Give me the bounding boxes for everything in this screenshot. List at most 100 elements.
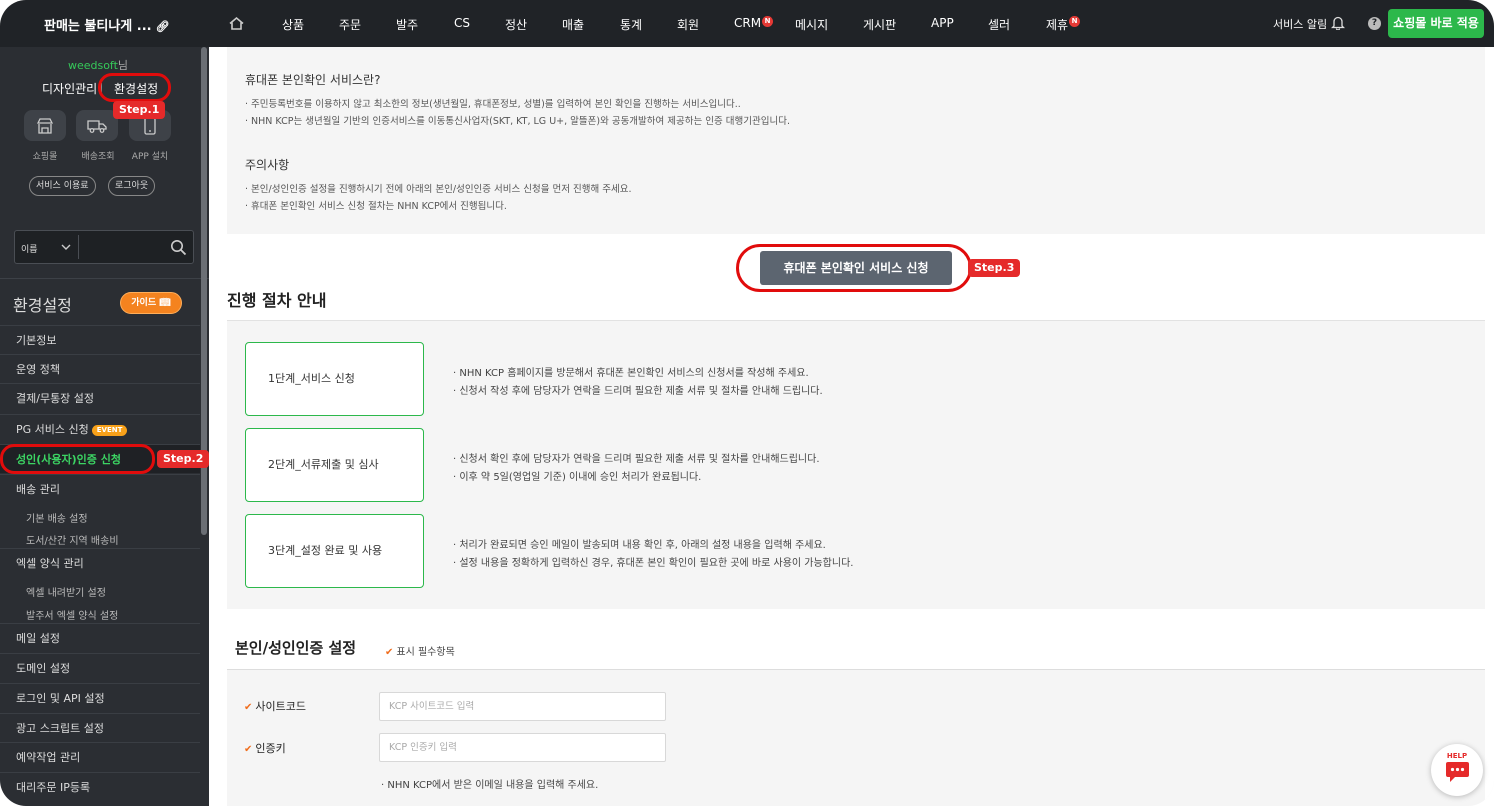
sidebar-sub-excel-download[interactable]: 엑셀 내려받기 설정 xyxy=(26,584,106,599)
quick-label-store: 쇼핑몰 xyxy=(32,152,58,162)
process-step-desc: · 신청서 작성 후에 담당자가 연락을 드리며 필요한 제출 서류 및 절차를… xyxy=(453,386,823,397)
nav-cs[interactable]: CS xyxy=(454,16,470,30)
step1-highlight-ring xyxy=(98,73,171,102)
step1-badge: Step.1 xyxy=(113,101,166,119)
divider xyxy=(78,235,79,259)
sidebar-item-shipping[interactable]: 배송 관리 xyxy=(0,474,200,503)
site-code-input[interactable]: KCP 사이트코드 입력 xyxy=(379,692,666,721)
truck-icon[interactable] xyxy=(76,110,118,141)
info-what-line: · NHN KCP는 생년월일 기반의 인증서비스를 이동통신사업자(SKT, … xyxy=(245,116,790,127)
design-management-link[interactable]: 디자인관리 xyxy=(42,80,97,97)
nav-members[interactable]: 회원 xyxy=(677,16,699,33)
logout-button[interactable]: 로그아웃 xyxy=(108,176,156,196)
service-alert-link[interactable]: 서비스 알림 xyxy=(1273,16,1327,32)
nav-partner[interactable]: 제휴 N xyxy=(1046,16,1081,33)
info-box: 휴대폰 본인확인 서비스란? · 주민등록번호를 이용하지 않고 최소한의 정보… xyxy=(227,47,1485,234)
check-icon: ✔ xyxy=(244,702,253,713)
auth-key-input[interactable]: KCP 인증키 입력 xyxy=(379,733,666,762)
bell-icon[interactable] xyxy=(1331,15,1345,30)
info-what-title: 휴대폰 본인확인 서비스란? xyxy=(245,73,381,87)
search-icon[interactable] xyxy=(170,239,187,256)
help-icon[interactable]: ? xyxy=(1368,17,1381,30)
site-code-label-text: 사이트코드 xyxy=(255,700,306,713)
sidebar-item-domain[interactable]: 도메인 설정 xyxy=(0,653,200,682)
event-badge: EVENT xyxy=(91,424,128,436)
nav-crm[interactable]: CRM N xyxy=(734,16,774,30)
new-badge: N xyxy=(1069,16,1081,27)
quick-label-app: APP 설치 xyxy=(131,152,169,162)
sidebar-item-excel[interactable]: 엑셀 양식 관리 xyxy=(0,548,200,577)
auth-settings-title: 본인/성인인증 설정 xyxy=(235,639,357,657)
divider xyxy=(0,278,209,279)
nav-crm-label: CRM xyxy=(734,16,762,30)
sidebar-item-proxy-ip[interactable]: 대리주문 IP등록 xyxy=(0,772,200,801)
nav-app[interactable]: APP xyxy=(931,16,954,30)
check-icon: ✔ xyxy=(244,744,253,755)
auth-key-label-text: 인증키 xyxy=(255,742,286,755)
sidebar-sub-basic-shipping[interactable]: 기본 배송 설정 xyxy=(26,510,88,525)
nav-seller[interactable]: 셀러 xyxy=(988,16,1010,33)
sidebar-sub-order-excel[interactable]: 발주서 엑셀 양식 설정 xyxy=(26,607,118,622)
info-caution-line: · 휴대폰 본인확인 서비스 신청 절차는 NHN KCP에서 진행됩니다. xyxy=(245,201,507,212)
quick-label-shipping: 배송조회 xyxy=(81,152,115,162)
search-field-select[interactable]: 이름 xyxy=(21,242,38,255)
home-icon[interactable] xyxy=(228,15,245,32)
sidebar-search: 이름 xyxy=(14,230,194,264)
sidebar-item-pg-service[interactable]: PG 서비스 신청 EVENT xyxy=(0,414,200,443)
section-title: 환경설정 xyxy=(13,296,72,315)
sidebar-sub-remote-shipping[interactable]: 도서/산간 지역 배송비 xyxy=(26,532,119,547)
info-caution-title: 주의사항 xyxy=(245,158,290,172)
process-step-desc: · 처리가 완료되면 승인 메일이 발송되며 내용 확인 후, 아래의 설정 내… xyxy=(453,540,826,551)
nav-product[interactable]: 상품 xyxy=(282,16,304,33)
process-step-card: 1단계_서비스 신청 xyxy=(245,342,424,416)
username-text: weedsoft xyxy=(67,59,118,72)
pg-label: PG 서비스 신청 xyxy=(16,423,89,436)
step3-badge: Step.3 xyxy=(968,259,1021,277)
kcp-email-note: · NHN KCP에서 받은 이메일 내용을 입력해 주세요. xyxy=(381,780,599,791)
sidebar-item-policy[interactable]: 운영 정책 xyxy=(0,354,200,383)
sidebar-item-scheduled[interactable]: 예약작업 관리 xyxy=(0,742,200,771)
process-step-desc: · 신청서 확인 후에 담당자가 연락을 드리며 필요한 제출 서류 및 절차를… xyxy=(453,454,820,465)
check-icon: ✔ xyxy=(385,647,394,658)
help-label: HELP xyxy=(1446,752,1468,760)
sidebar-item-payment[interactable]: 결제/무통장 설정 xyxy=(0,383,200,412)
nav-order[interactable]: 주문 xyxy=(339,16,361,33)
sidebar: weedsoft님 디자인관리 환경설정 쇼핑몰 배송조회 APP 설치 서비스… xyxy=(0,47,209,806)
nav-settlement[interactable]: 정산 xyxy=(505,16,527,33)
required-note-text: 표시 필수항목 xyxy=(396,647,455,658)
guide-label: 가이드 xyxy=(131,298,157,308)
nav-stats[interactable]: 통계 xyxy=(620,16,642,33)
process-step-desc: · 이후 약 5일(영업일 기준) 이내에 승인 처리가 완료됩니다. xyxy=(453,472,702,483)
chevron-down-icon[interactable] xyxy=(61,243,71,251)
nav-partner-label: 제휴 xyxy=(1046,18,1069,32)
step3-highlight-ring xyxy=(736,244,972,292)
book-icon: 📖︎ xyxy=(159,298,171,308)
main-content: 휴대폰 본인확인 서비스란? · 주민등록번호를 이용하지 않고 최소한의 정보… xyxy=(209,47,1494,806)
nav-purchase[interactable]: 발주 xyxy=(396,16,418,33)
site-code-label: ✔ 사이트코드 xyxy=(244,698,306,714)
sidebar-item-ad-script[interactable]: 광고 스크립트 설정 xyxy=(0,713,200,742)
nav-message[interactable]: 메시지 xyxy=(795,16,828,33)
process-box: 1단계_서비스 신청 · NHN KCP 홈페이지를 방문해서 휴대폰 본인확인… xyxy=(227,320,1485,609)
nav-board[interactable]: 게시판 xyxy=(863,16,896,33)
brand-title[interactable]: 판매는 불티나게 ... 🔗︎ xyxy=(44,15,170,34)
sidebar-item-login-api[interactable]: 로그인 및 API 설정 xyxy=(0,683,200,712)
brand-text: 판매는 불티나게 ... xyxy=(44,19,152,34)
store-icon[interactable] xyxy=(24,110,66,141)
sidebar-item-basic-info[interactable]: 기본정보 xyxy=(0,325,200,354)
info-caution-line: · 본인/성인인증 설정을 진행하시기 전에 아래의 본인/성인인증 서비스 신… xyxy=(245,184,632,195)
process-step-card: 3단계_설정 완료 및 사용 xyxy=(245,514,424,588)
service-fee-button[interactable]: 서비스 이용료 xyxy=(29,176,96,196)
nav-sales[interactable]: 매출 xyxy=(562,16,584,33)
username-suffix: 님 xyxy=(117,59,129,72)
link-icon: 🔗︎ xyxy=(155,20,170,33)
process-step-card: 2단계_서류제출 및 심사 xyxy=(245,428,424,502)
top-navigation-bar: 판매는 불티나게 ... 🔗︎ 상품 주문 발주 CS 정산 매출 통계 회원 C… xyxy=(0,0,1494,47)
process-title: 진행 절차 안내 xyxy=(227,291,327,310)
step2-highlight-ring xyxy=(0,444,155,474)
help-chat-button[interactable]: HELP xyxy=(1431,744,1483,796)
username: weedsoft님 xyxy=(0,57,196,73)
apply-to-store-button[interactable]: 쇼핑몰 바로 적용 xyxy=(1388,9,1484,38)
guide-button[interactable]: 가이드 📖︎ xyxy=(120,292,182,314)
sidebar-item-mail[interactable]: 메일 설정 xyxy=(0,623,200,652)
